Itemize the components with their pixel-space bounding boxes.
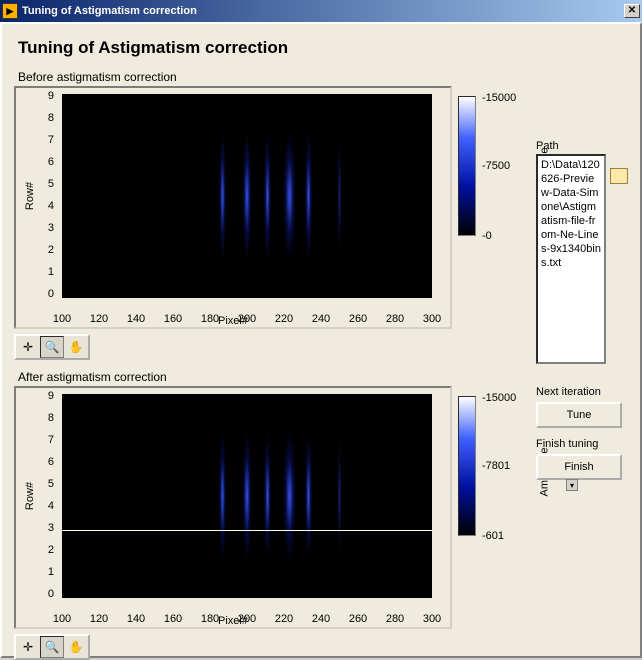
page-title: Tuning of Astigmatism correction [18, 38, 628, 58]
before-label: Before astigmatism correction [18, 70, 628, 84]
finish-section-label: Finish tuning [536, 438, 628, 450]
window-body: Tuning of Astigmatism correction Before … [0, 22, 642, 658]
finish-button[interactable]: Finish [536, 454, 622, 480]
before-plot-area [62, 94, 432, 298]
before-x-label: Pixel# [218, 315, 248, 327]
cursor-line [62, 530, 432, 531]
path-field[interactable]: D:\Data\120626-Preview-Data-Simone\Astig… [536, 154, 606, 364]
title-bar: ▶ Tuning of Astigmatism correction ✕ [0, 0, 642, 22]
after-plot-area [62, 394, 432, 598]
app-icon: ▶ [2, 3, 18, 19]
window-title: Tuning of Astigmatism correction [22, 5, 624, 17]
before-y-label: Row# [24, 182, 36, 210]
after-chart-frame: 0 1 2 3 4 5 6 7 8 9 Row# 100 120 [14, 386, 452, 629]
tune-button[interactable]: Tune [536, 402, 622, 428]
before-colorbar: -0 -7500 -15000 Amplitude [458, 96, 476, 256]
after-y-label: Row# [24, 482, 36, 510]
before-chart[interactable]: 0 1 2 3 4 5 6 7 8 9 Row# 100 120 [18, 90, 448, 325]
crosshair-tool-icon[interactable]: ✛ [16, 336, 40, 358]
path-label: Path [536, 140, 628, 152]
zoom-tool-icon[interactable]: 🔍 [40, 336, 64, 358]
after-colorbar: -601 -7801 -15000 Amplitude [458, 396, 476, 556]
pan-tool-icon[interactable]: ✋ [64, 636, 88, 658]
close-button[interactable]: ✕ [624, 4, 640, 18]
before-toolbar: ✛ 🔍 ✋ [14, 334, 90, 360]
tune-section-label: Next iteration [536, 386, 628, 398]
browse-folder-icon[interactable] [610, 168, 628, 184]
after-toolbar: ✛ 🔍 ✋ [14, 634, 90, 660]
right-panel: Path D:\Data\120626-Preview-Data-Simone\… [536, 140, 628, 480]
after-chart[interactable]: 0 1 2 3 4 5 6 7 8 9 Row# 100 120 [18, 390, 448, 625]
pan-tool-icon[interactable]: ✋ [64, 336, 88, 358]
crosshair-tool-icon[interactable]: ✛ [16, 636, 40, 658]
after-x-label: Pixel# [218, 615, 248, 627]
scroll-down-icon[interactable]: ▾ [566, 479, 578, 491]
zoom-tool-icon[interactable]: 🔍 [40, 636, 64, 658]
before-chart-frame: 0 1 2 3 4 5 6 7 8 9 Row# 100 120 [14, 86, 452, 329]
